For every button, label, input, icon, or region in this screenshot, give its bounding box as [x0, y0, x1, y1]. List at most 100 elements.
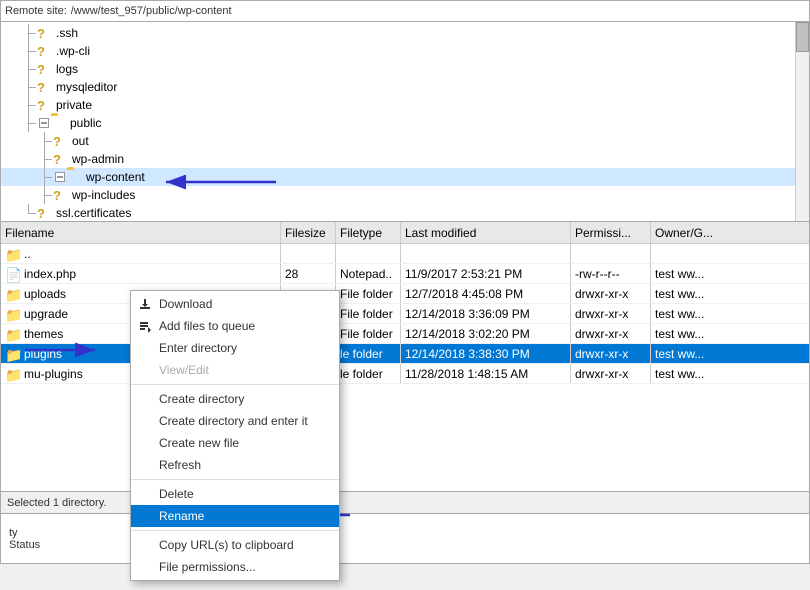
cell-filetype: Notepad..	[336, 264, 401, 283]
table-row[interactable]: 📄 index.php 28 Notepad.. 11/9/2017 2:53:…	[1, 264, 809, 284]
table-row[interactable]: 📁 ..	[1, 244, 809, 264]
php-file-icon: 📄	[5, 267, 21, 281]
header-lastmodified[interactable]: Last modified	[401, 222, 571, 243]
menu-item-rename[interactable]: Rename	[131, 505, 339, 527]
menu-separator-1	[131, 384, 339, 385]
menu-item-create-directory-enter[interactable]: Create directory and enter it	[131, 410, 339, 432]
question-icon: ?	[53, 188, 69, 202]
question-icon: ?	[53, 134, 69, 148]
tree-label-public: public	[70, 116, 101, 130]
menu-item-create-new-file[interactable]: Create new file	[131, 432, 339, 454]
tree-item-public[interactable]: public	[1, 114, 795, 132]
tree-label-wpadmin: wp-admin	[72, 152, 124, 166]
menu-label-create-directory: Create directory	[159, 392, 244, 406]
menu-item-refresh[interactable]: Refresh	[131, 454, 339, 476]
cell-owner: test ww...	[651, 364, 809, 383]
menu-item-view-edit: View/Edit	[131, 359, 339, 381]
tree-label-logs: logs	[56, 62, 78, 76]
tree-item-ssh[interactable]: ? .ssh	[1, 24, 795, 42]
menu-label-create-directory-enter: Create directory and enter it	[159, 414, 308, 428]
folder-file-icon: 📁	[5, 287, 21, 301]
table-row[interactable]: 📁 mu-plugins le folder 11/28/2018 1:48:1…	[1, 364, 809, 384]
tree-label-wpcontent: wp-content	[86, 170, 145, 184]
question-icon: ?	[37, 206, 53, 220]
question-icon: ?	[37, 44, 53, 58]
cell-owner: test ww...	[651, 284, 809, 303]
tree-item-logs[interactable]: ? logs	[1, 60, 795, 78]
expander-public[interactable]	[37, 116, 51, 130]
tree-item-wpcli[interactable]: ? .wp-cli	[1, 42, 795, 60]
tree-item-out[interactable]: ? out	[1, 132, 795, 150]
folder-icon	[67, 170, 83, 184]
cell-lastmod: 12/14/2018 3:38:30 PM	[401, 344, 571, 363]
cell-filetype: le folder	[336, 344, 401, 363]
cell-filesize	[281, 244, 336, 263]
cell-perms: drwxr-xr-x	[571, 344, 651, 363]
cell-filetype: File folder	[336, 304, 401, 323]
cell-perms: -rw-r--r--	[571, 264, 651, 283]
menu-item-add-files[interactable]: Add files to queue	[131, 315, 339, 337]
question-icon: ?	[37, 80, 53, 94]
cell-lastmod: 12/14/2018 3:02:20 PM	[401, 324, 571, 343]
tree-item-mysqleditor[interactable]: ? mysqleditor	[1, 78, 795, 96]
menu-item-create-directory[interactable]: Create directory	[131, 388, 339, 410]
remote-site-path: /www/test_957/public/wp-content	[71, 5, 805, 17]
cell-owner: test ww...	[651, 324, 809, 343]
tree-item-private[interactable]: ? private	[1, 96, 795, 114]
cell-owner: test ww...	[651, 304, 809, 323]
cell-lastmod: 11/28/2018 1:48:15 AM	[401, 364, 571, 383]
file-tree: ? .ssh ? .wp-cli ? logs ? mysqleditor	[0, 22, 810, 222]
table-row[interactable]: 📁 uploads File folder 12/7/2018 4:45:08 …	[1, 284, 809, 304]
table-row[interactable]: 📁 upgrade File folder 12/14/2018 3:36:09…	[1, 304, 809, 324]
question-icon: ?	[37, 62, 53, 76]
cell-perms	[571, 244, 651, 263]
expander-wpcontent[interactable]	[53, 170, 67, 184]
table-row-plugins-selected[interactable]: 📁 plugins le folder 12/14/2018 3:38:30 P…	[1, 344, 809, 364]
tree-item-wpadmin[interactable]: ? wp-admin	[1, 150, 795, 168]
folder-file-icon: 📁	[5, 347, 21, 361]
menu-label-file-permissions: File permissions...	[159, 560, 256, 574]
tree-scrollbar-thumb[interactable]	[796, 22, 809, 52]
cell-lastmod: 11/9/2017 2:53:21 PM	[401, 264, 571, 283]
tree-connector	[21, 96, 37, 114]
menu-item-enter-directory[interactable]: Enter directory	[131, 337, 339, 359]
header-owner[interactable]: Owner/G...	[651, 222, 809, 243]
header-filetype[interactable]: Filetype	[336, 222, 401, 243]
menu-label-rename: Rename	[159, 509, 204, 523]
log-area: ty Status	[0, 514, 810, 564]
tree-connector	[37, 168, 53, 186]
menu-item-copy-urls[interactable]: Copy URL(s) to clipboard	[131, 534, 339, 556]
log-column: ty Status	[9, 527, 39, 551]
up-folder-icon: 📁	[5, 247, 21, 261]
table-row[interactable]: 📁 themes File folder 12/14/2018 3:02:20 …	[1, 324, 809, 344]
header-permissions[interactable]: Permissi...	[571, 222, 651, 243]
cell-owner: test ww...	[651, 264, 809, 283]
folder-file-icon: 📁	[5, 327, 21, 341]
tree-scrollbar[interactable]	[795, 22, 809, 221]
tree-connector	[37, 150, 53, 168]
tree-label-wpincludes: wp-includes	[72, 188, 135, 202]
header-filesize[interactable]: Filesize	[281, 222, 336, 243]
cell-perms: drwxr-xr-x	[571, 284, 651, 303]
context-menu: Download Add files to queue Enter direct…	[130, 290, 340, 581]
menu-label-download: Download	[159, 297, 212, 311]
menu-item-download[interactable]: Download	[131, 293, 339, 315]
remote-site-label: Remote site:	[5, 5, 67, 17]
tree-item-wpincludes[interactable]: ? wp-includes	[1, 186, 795, 204]
tree-content: ? .ssh ? .wp-cli ? logs ? mysqleditor	[1, 22, 795, 222]
tree-item-ssl[interactable]: ? ssl.certificates	[1, 204, 795, 222]
cell-owner	[651, 244, 809, 263]
tree-label-wpcli: .wp-cli	[56, 44, 90, 58]
cell-filename: 📁 ..	[1, 244, 281, 263]
menu-label-delete: Delete	[159, 487, 194, 501]
menu-separator-2	[131, 479, 339, 480]
menu-item-file-permissions[interactable]: File permissions...	[131, 556, 339, 578]
tree-connector	[21, 78, 37, 96]
cell-lastmod	[401, 244, 571, 263]
header-filename[interactable]: Filename	[1, 222, 281, 243]
tree-item-wpcontent[interactable]: wp-content	[1, 168, 795, 186]
menu-item-delete[interactable]: Delete	[131, 483, 339, 505]
cell-lastmod: 12/14/2018 3:36:09 PM	[401, 304, 571, 323]
minus-icon	[55, 172, 65, 182]
folder-file-icon: 📁	[5, 307, 21, 321]
